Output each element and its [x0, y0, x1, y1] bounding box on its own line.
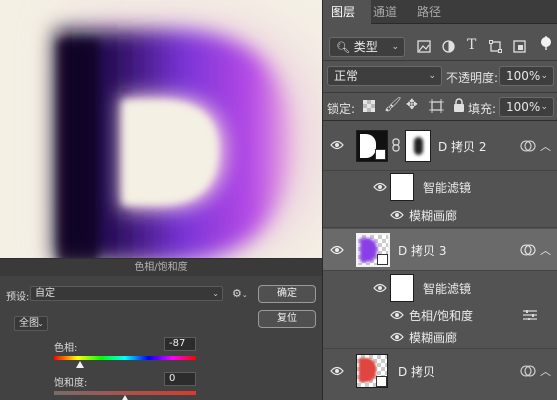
- hue-slider-track[interactable]: [54, 356, 196, 360]
- layer-row-selected[interactable]: D 拷贝 3 ︿: [323, 229, 557, 271]
- visibility-eye-icon[interactable]: [390, 332, 404, 342]
- smart-filter-options-icon[interactable]: [520, 365, 536, 377]
- lock-image-pixels-icon[interactable]: 🖌︎: [384, 97, 402, 113]
- blend-mode-value: 正常: [334, 69, 359, 83]
- opacity-input[interactable]: 100% ⌄: [499, 66, 554, 86]
- smart-filters-row[interactable]: 智能滤镜: [323, 272, 557, 304]
- layers-panel: 图层 通道 路径 🔍︎ 类型 ⌄ T 正常 ⌄ 不透明度: 100% ⌄ 锁定:…: [322, 0, 557, 400]
- chevron-down-icon: ⌄: [37, 319, 44, 328]
- smart-filter-options-icon[interactable]: [520, 140, 536, 152]
- chevron-down-icon: ⌄: [540, 71, 548, 81]
- filter-kind-value: 类型: [353, 40, 378, 54]
- chevron-down-icon: ⌄: [540, 102, 548, 112]
- divider: [323, 60, 557, 61]
- smart-filter-mask-thumbnail[interactable]: [390, 173, 414, 201]
- visibility-eye-icon[interactable]: [390, 310, 404, 320]
- lock-transparent-pixels-icon[interactable]: [363, 100, 375, 112]
- chevron-up-icon[interactable]: ︿: [540, 363, 551, 379]
- filter-toggle-icon[interactable]: [539, 36, 553, 50]
- smart-filters-row[interactable]: 智能滤镜: [323, 172, 557, 202]
- filter-kind-select[interactable]: 🔍︎ 类型 ⌄: [329, 37, 405, 57]
- document-canvas[interactable]: [0, 0, 322, 262]
- visibility-eye-icon[interactable]: [373, 182, 387, 192]
- filter-item-row[interactable]: 模糊画廊: [323, 326, 557, 349]
- reset-button[interactable]: 复位: [258, 310, 316, 328]
- hue-slider-thumb[interactable]: [76, 361, 84, 368]
- preset-select[interactable]: 自定 ⌄: [30, 286, 223, 301]
- filter-name[interactable]: 色相/饱和度: [409, 307, 473, 324]
- tab-paths[interactable]: 路径: [415, 0, 459, 24]
- smart-filters-label: 智能滤镜: [423, 181, 472, 195]
- filter-item-row[interactable]: 色相/饱和度: [323, 304, 557, 326]
- adjustment-layer-filter-icon[interactable]: [442, 40, 455, 53]
- channel-select[interactable]: 全图 ⌄: [14, 316, 48, 331]
- search-icon: 🔍︎: [336, 41, 350, 54]
- layer-name[interactable]: D 拷贝 3: [398, 242, 447, 259]
- opacity-label: 不透明度:: [446, 71, 499, 85]
- chevron-down-icon: ⌄: [428, 71, 436, 81]
- saturation-value-input[interactable]: 0: [164, 372, 196, 386]
- chevron-up-icon[interactable]: ︿: [540, 242, 551, 258]
- visibility-eye-icon[interactable]: [373, 283, 387, 293]
- chevron-down-icon: ⌄: [391, 42, 399, 52]
- opacity-value: 100%: [506, 69, 541, 83]
- filter-blending-options-icon[interactable]: [523, 310, 537, 320]
- gear-menu-icon[interactable]: ⚙⌄: [232, 287, 248, 300]
- lock-label: 锁定:: [327, 102, 356, 116]
- pixel-layer-filter-icon[interactable]: [417, 40, 431, 53]
- chevron-up-icon[interactable]: ︿: [540, 138, 551, 154]
- preset-value: 自定: [35, 288, 55, 299]
- smart-filters-label: 智能滤镜: [423, 282, 472, 296]
- visibility-eye-icon[interactable]: [330, 366, 344, 376]
- layer-thumbnail[interactable]: [356, 130, 388, 162]
- lock-position-icon[interactable]: ✥: [406, 97, 418, 113]
- fill-input[interactable]: 100% ⌄: [499, 97, 554, 117]
- ok-button[interactable]: 确定: [258, 285, 316, 303]
- smart-filter-mask-thumbnail[interactable]: [390, 274, 414, 302]
- visibility-eye-icon[interactable]: [390, 210, 404, 220]
- filter-name[interactable]: 模糊画廊: [409, 207, 457, 224]
- hue-label: 色相:: [54, 343, 78, 354]
- saturation-slider-thumb[interactable]: [121, 395, 129, 400]
- layer-name[interactable]: D 拷贝 2: [438, 138, 487, 155]
- preset-label: 预设:: [6, 292, 30, 303]
- visibility-eye-icon[interactable]: [330, 245, 344, 255]
- blend-mode-select[interactable]: 正常 ⌄: [327, 66, 442, 86]
- divider: [323, 92, 557, 93]
- hue-value-input[interactable]: -87: [164, 337, 196, 351]
- filter-item-row[interactable]: 模糊画廊: [323, 202, 557, 228]
- tab-channels[interactable]: 通道: [371, 0, 415, 24]
- tab-layers[interactable]: 图层: [323, 0, 371, 24]
- visibility-eye-icon[interactable]: [330, 140, 344, 150]
- fill-value: 100%: [506, 100, 541, 114]
- filter-name[interactable]: 模糊画廊: [409, 329, 457, 346]
- shape-layer-filter-icon[interactable]: [489, 40, 502, 53]
- layer-row[interactable]: D 拷贝 ︿: [323, 350, 557, 400]
- dialog-title: 色相/饱和度: [0, 259, 322, 276]
- fill-label: 填充:: [468, 102, 497, 116]
- lock-artboard-icon[interactable]: [429, 99, 444, 113]
- chevron-down-icon: ⌄: [212, 289, 219, 298]
- layer-thumbnail[interactable]: [356, 354, 388, 388]
- hue-saturation-dialog: 色相/饱和度 预设: 自定 ⌄ ⚙⌄ 确定 复位 全图 ⌄ 色相: -87 饱和…: [0, 258, 322, 400]
- layer-thumbnail[interactable]: [356, 233, 390, 267]
- saturation-label: 饱和度:: [54, 378, 88, 389]
- smart-object-filter-icon[interactable]: [513, 40, 526, 53]
- layer-name[interactable]: D 拷贝: [398, 363, 435, 380]
- smart-filter-options-icon[interactable]: [520, 244, 536, 256]
- blurred-letter-d-artwork: [55, 20, 320, 262]
- panel-tabs: 图层 通道 路径: [323, 0, 557, 24]
- channel-value: 全图: [19, 318, 39, 329]
- lock-all-icon[interactable]: [453, 98, 465, 112]
- layer-mask-thumbnail[interactable]: [405, 130, 431, 162]
- link-chain-icon[interactable]: [392, 138, 400, 152]
- layer-row[interactable]: D 拷贝 2 ︿: [323, 121, 557, 171]
- type-layer-filter-icon[interactable]: T: [467, 37, 476, 53]
